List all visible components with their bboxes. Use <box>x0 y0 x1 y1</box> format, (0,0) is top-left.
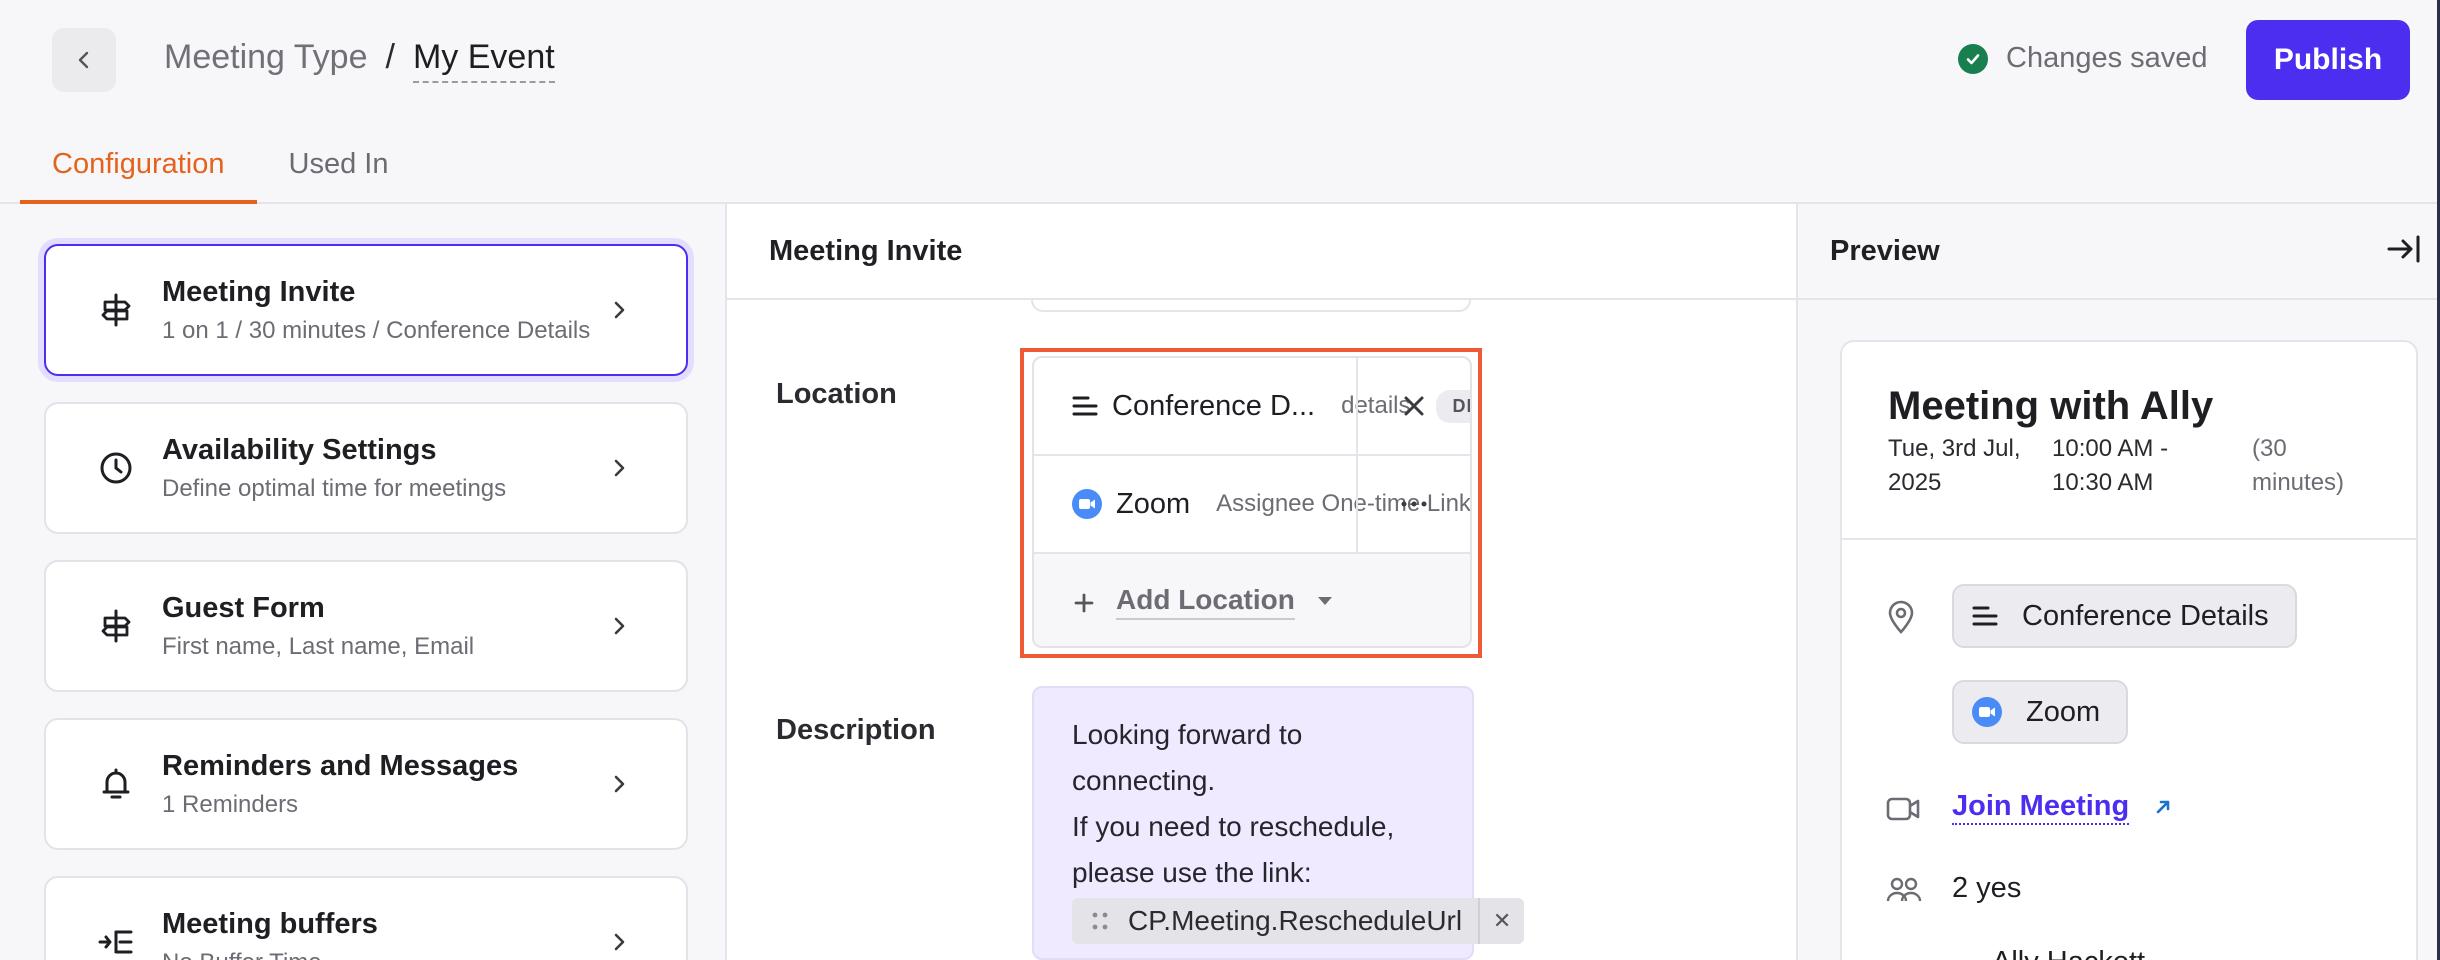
meeting-time: 10:00 AM - 10:30 AM <box>2052 432 2168 500</box>
save-status: Changes saved <box>1958 42 2208 75</box>
join-meeting-link[interactable]: Join Meeting <box>1952 790 2130 825</box>
chevron-right-icon <box>600 300 640 320</box>
description-line: If you need to reschedule, please use th… <box>1072 811 1395 888</box>
chip-label: Zoom <box>2026 695 2101 728</box>
sidebar-item-subtitle: 1 on 1 / 30 minutes / Conference Details <box>162 316 591 344</box>
sidebar-item-subtitle: No Buffer Time <box>162 949 600 960</box>
preview-title: Preview <box>1830 234 1940 267</box>
breadcrumb-separator: / <box>385 38 395 76</box>
collapse-panel-icon[interactable] <box>2387 234 2421 272</box>
breadcrumb-parent[interactable]: Meeting Type <box>164 38 368 77</box>
signpost-icon <box>86 609 146 643</box>
add-location-label: Add Location <box>1116 584 1295 620</box>
attendee-summary: 2 yes <box>1952 872 2022 904</box>
signpost-icon <box>86 293 146 327</box>
list-lines-icon <box>1972 605 1998 627</box>
sidebar-item-title: Meeting buffers <box>162 907 378 940</box>
chevron-right-icon <box>600 932 640 952</box>
list-lines-icon <box>1072 395 1098 417</box>
sidebar-item-title: Reminders and Messages <box>162 749 519 782</box>
breadcrumb: Meeting Type / My Event <box>164 38 555 83</box>
description-line: Looking forward to connecting. <box>1072 719 1303 796</box>
publish-button[interactable]: Publish <box>2246 20 2410 100</box>
event-name[interactable]: My Event <box>412 38 555 83</box>
sidebar-item-subtitle: 1 Reminders <box>162 790 299 818</box>
date-line: Tue, 3rd Jul, <box>1888 435 2021 462</box>
external-link-icon <box>2154 798 2172 821</box>
chevron-left-icon <box>78 51 89 69</box>
location-chip-zoom: Zoom <box>1952 680 2129 744</box>
variable-token[interactable]: CP.Meeting.RescheduleUrl ✕ <box>1072 898 1525 944</box>
meeting-title: Meeting with Ally <box>1888 384 2214 428</box>
sidebar-item-guest-form[interactable]: Guest Form First name, Last name, Email <box>44 560 688 692</box>
location-item-zoom[interactable]: Zoom Assignee One-time Link <box>1034 456 1470 554</box>
chevron-right-icon <box>600 458 640 478</box>
location-more-button[interactable] <box>1356 456 1470 552</box>
divider <box>1842 538 2416 540</box>
duration-line: (30 <box>2252 435 2287 462</box>
caret-down-icon <box>1317 593 1333 611</box>
attendee-name: Ally Hackett <box>1992 946 2145 960</box>
back-button[interactable] <box>52 28 116 92</box>
sidebar-item-subtitle: Define optimal time for meetings <box>162 474 507 502</box>
zoom-icon <box>1072 489 1102 519</box>
location-chip-conference: Conference Details <box>1952 584 2297 648</box>
zoom-icon <box>1972 697 2002 727</box>
people-icon <box>1886 876 1922 909</box>
sidebar-item-title: Availability Settings <box>162 433 437 466</box>
location-list: Conference D... details DEFAULT Zoom Ass… <box>1032 356 1472 648</box>
clock-icon <box>86 451 146 485</box>
buffer-icon <box>86 925 146 959</box>
location-pin-icon <box>1886 600 1916 639</box>
bell-icon <box>86 767 146 801</box>
preview-header: Preview <box>1798 204 2437 300</box>
sidebar-item-title: Guest Form <box>162 591 325 624</box>
variable-token-text: CP.Meeting.RescheduleUrl <box>1128 905 1463 936</box>
check-circle-icon <box>1958 43 1988 74</box>
sidebar-item-meeting-buffers[interactable]: Meeting buffers No Buffer Time <box>44 876 688 960</box>
location-label: Location <box>776 378 897 410</box>
meeting-preview-card: Meeting with Ally Tue, 3rd Jul, 2025 10:… <box>1840 340 2418 960</box>
sidebar-item-subtitle: First name, Last name, Email <box>162 632 475 660</box>
chevron-right-icon <box>600 616 640 636</box>
location-name: Zoom <box>1116 487 1191 520</box>
remove-token-button[interactable]: ✕ <box>1478 898 1524 944</box>
location-name: Conference D... <box>1112 389 1316 422</box>
location-item-conference[interactable]: Conference D... details DEFAULT <box>1034 358 1470 456</box>
meeting-date: Tue, 3rd Jul, 2025 <box>1888 432 2021 500</box>
video-camera-icon <box>1886 796 1920 827</box>
time-line: 10:00 AM - <box>2052 435 2169 462</box>
add-location-button[interactable]: Add Location <box>1034 554 1470 646</box>
sidebar-item-meeting-invite[interactable]: Meeting Invite 1 on 1 / 30 minutes / Con… <box>44 244 688 376</box>
previous-field-edge <box>1031 300 1471 312</box>
meeting-invite-editor: Meeting Invite Location Conference D... … <box>727 204 1796 960</box>
tab-bar: Configuration Used In <box>20 140 420 204</box>
section-title: Meeting Invite <box>727 204 1796 300</box>
drag-handle-icon[interactable] <box>1072 910 1128 932</box>
tab-used-in[interactable]: Used In <box>257 140 421 204</box>
remove-location-button[interactable] <box>1356 358 1470 454</box>
chevron-right-icon <box>600 774 640 794</box>
duration-line: minutes) <box>2252 469 2345 496</box>
sidebar-item-availability[interactable]: Availability Settings Define optimal tim… <box>44 402 688 534</box>
date-line: 2025 <box>1888 469 1942 496</box>
chip-label: Conference Details <box>2022 599 2269 632</box>
meeting-duration: (30 minutes) <box>2252 432 2344 500</box>
save-status-text: Changes saved <box>2006 42 2208 74</box>
close-icon <box>1404 396 1424 416</box>
description-editor[interactable]: Looking forward to connecting. If you ne… <box>1032 686 1525 960</box>
page-header: Meeting Type / My Event Changes saved Pu… <box>0 0 2437 204</box>
tab-configuration[interactable]: Configuration <box>20 140 257 204</box>
time-line: 10:30 AM <box>2052 469 2154 496</box>
sidebar-item-reminders[interactable]: Reminders and Messages 1 Reminders <box>44 718 688 850</box>
description-label: Description <box>776 714 936 746</box>
settings-sidebar: Meeting Invite 1 on 1 / 30 minutes / Con… <box>0 204 727 960</box>
sidebar-item-title: Meeting Invite <box>162 275 356 308</box>
preview-panel: Preview Meeting with Ally Tue, 3rd Jul, … <box>1796 204 2437 960</box>
more-icon <box>1401 501 1427 507</box>
plus-icon <box>1074 583 1094 622</box>
